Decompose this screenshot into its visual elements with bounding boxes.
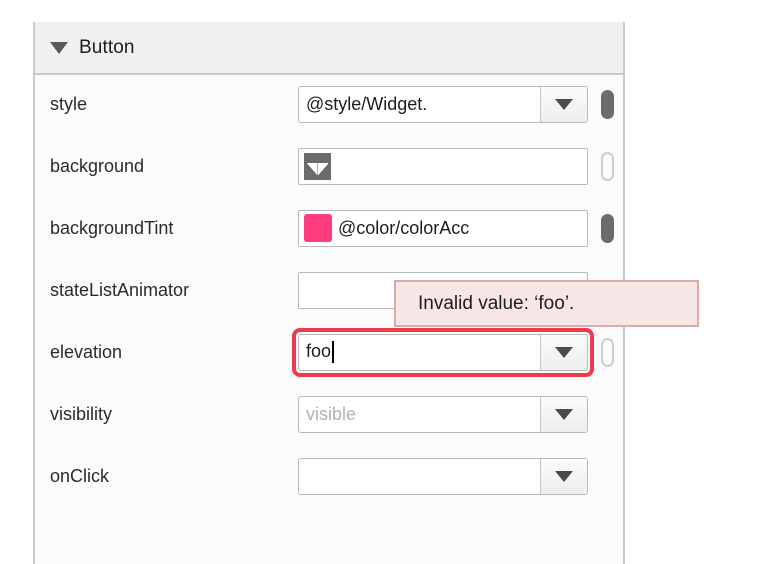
property-input-background[interactable] xyxy=(298,147,588,185)
property-field-wrap-visibility: visible xyxy=(298,395,588,433)
property-label-backgroundTint: backgroundTint xyxy=(50,217,174,238)
property-label-background: background xyxy=(50,155,145,176)
dropdown-button-onClick[interactable] xyxy=(540,458,587,494)
property-field-wrap-onClick xyxy=(298,457,588,495)
error-tooltip: Invalid value: ‘foo’. xyxy=(394,280,699,327)
chevron-down-icon xyxy=(555,408,573,420)
property-label-onClick: onClick xyxy=(50,465,110,486)
property-field-wrap-backgroundTint: @color/colorAcc xyxy=(298,209,588,247)
section-title: Button xyxy=(79,36,135,58)
property-label-style: style xyxy=(50,93,88,114)
property-input-onClick[interactable] xyxy=(298,457,588,495)
property-row-onClick: onClick xyxy=(35,456,623,496)
property-value-backgroundTint: @color/colorAcc xyxy=(338,217,470,238)
value-source-indicator-style[interactable] xyxy=(601,89,614,119)
chevron-down-icon xyxy=(555,470,573,482)
property-row-elevation: elevation foo xyxy=(35,327,623,377)
property-input-style[interactable]: @style/Widget. xyxy=(298,85,588,123)
property-label-elevation: elevation xyxy=(50,341,123,362)
property-label-visibility: visibility xyxy=(50,403,113,424)
error-highlight-ring xyxy=(292,327,594,377)
error-tooltip-text: Invalid value: ‘foo’. xyxy=(418,292,575,314)
image-icon xyxy=(304,152,331,180)
property-row-background: background xyxy=(35,146,623,186)
property-label-stateListAnimator: stateListAnimator xyxy=(50,279,190,300)
section-header-button[interactable]: Button xyxy=(35,22,623,75)
color-swatch-backgroundTint[interactable] xyxy=(304,214,332,242)
dropdown-button-style[interactable] xyxy=(540,86,587,122)
value-source-indicator-background[interactable] xyxy=(601,151,614,181)
value-source-indicator-backgroundTint[interactable] xyxy=(601,213,614,243)
property-row-style: style @style/Widget. xyxy=(35,84,623,124)
value-source-indicator-elevation[interactable] xyxy=(601,337,614,367)
property-input-backgroundTint[interactable]: @color/colorAcc xyxy=(298,209,588,247)
chevron-down-icon xyxy=(555,98,573,110)
property-value-visibility: visible xyxy=(306,403,357,424)
property-row-backgroundTint: backgroundTint @color/colorAcc xyxy=(35,208,623,248)
property-row-visibility: visibility visible xyxy=(35,394,623,434)
property-field-wrap-background xyxy=(298,147,588,185)
triangle-down-icon[interactable] xyxy=(50,41,68,54)
property-input-visibility[interactable]: visible xyxy=(298,395,588,433)
property-field-wrap-elevation: foo xyxy=(292,327,594,377)
property-field-wrap-style: @style/Widget. xyxy=(298,85,588,123)
property-value-style: @style/Widget. xyxy=(306,93,428,114)
dropdown-button-visibility[interactable] xyxy=(540,396,587,432)
